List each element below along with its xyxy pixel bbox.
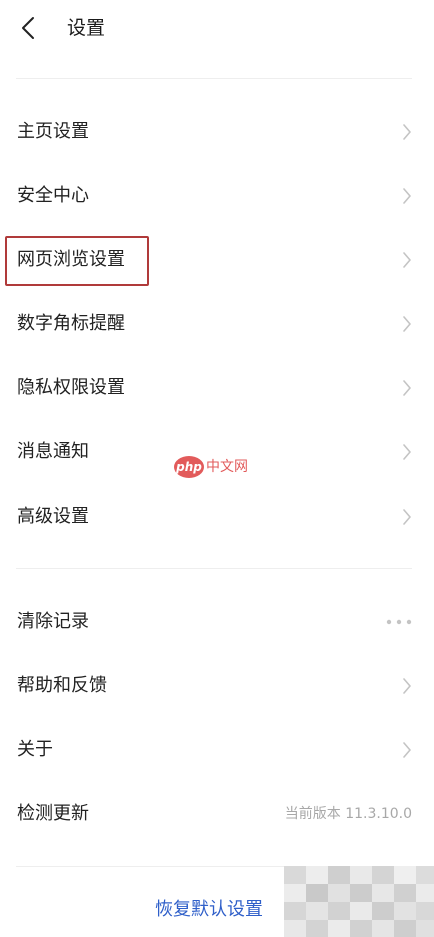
settings-item-security[interactable]: 安全中心 bbox=[0, 164, 434, 228]
watermark: php 中文网 bbox=[174, 456, 248, 482]
page-title: 设置 bbox=[67, 17, 106, 39]
reset-defaults-button[interactable]: 恢复默认设置 bbox=[155, 896, 263, 924]
watermark-logo: php bbox=[174, 456, 204, 478]
chevron-right-icon bbox=[402, 509, 412, 525]
header-divider bbox=[16, 78, 412, 79]
watermark-text: 中文网 bbox=[206, 459, 248, 475]
settings-item-label: 检测更新 bbox=[17, 803, 89, 824]
chevron-right-icon bbox=[402, 678, 412, 694]
highlight-annotation bbox=[5, 236, 149, 286]
version-value: 当前版本 11.3.10.0 bbox=[284, 806, 412, 822]
settings-item-about[interactable]: 关于 bbox=[0, 718, 434, 782]
settings-item-help[interactable]: 帮助和反馈 bbox=[0, 654, 434, 718]
settings-item-privacy[interactable]: 隐私权限设置 bbox=[0, 356, 434, 420]
settings-item-label: 高级设置 bbox=[17, 506, 89, 527]
more-dots-icon bbox=[386, 619, 412, 625]
settings-item-advanced[interactable]: 高级设置 bbox=[0, 485, 434, 549]
settings-item-label: 主页设置 bbox=[17, 121, 89, 142]
settings-item-check-update[interactable]: 检测更新 当前版本 11.3.10.0 bbox=[0, 782, 434, 846]
section-divider bbox=[16, 568, 412, 569]
settings-item-home[interactable]: 主页设置 bbox=[0, 100, 434, 164]
settings-item-label: 隐私权限设置 bbox=[17, 377, 125, 398]
chevron-right-icon bbox=[402, 124, 412, 140]
settings-item-label: 数字角标提醒 bbox=[17, 313, 125, 334]
settings-item-label: 安全中心 bbox=[17, 185, 89, 206]
blurred-mosaic bbox=[284, 866, 434, 937]
chevron-right-icon bbox=[402, 316, 412, 332]
settings-item-badge[interactable]: 数字角标提醒 bbox=[0, 292, 434, 356]
back-arrow-icon bbox=[22, 17, 34, 39]
settings-item-label: 消息通知 bbox=[17, 441, 89, 462]
chevron-right-icon bbox=[402, 188, 412, 204]
chevron-right-icon bbox=[402, 380, 412, 396]
settings-item-label: 关于 bbox=[17, 739, 53, 760]
chevron-right-icon bbox=[402, 742, 412, 758]
settings-item-clear-records[interactable]: 清除记录 bbox=[0, 590, 434, 654]
back-button[interactable] bbox=[14, 12, 46, 44]
chevron-right-icon bbox=[402, 444, 412, 460]
chevron-right-icon bbox=[402, 252, 412, 268]
settings-item-label: 清除记录 bbox=[17, 611, 89, 632]
settings-item-label: 帮助和反馈 bbox=[17, 675, 107, 696]
header: 设置 bbox=[0, 0, 434, 56]
